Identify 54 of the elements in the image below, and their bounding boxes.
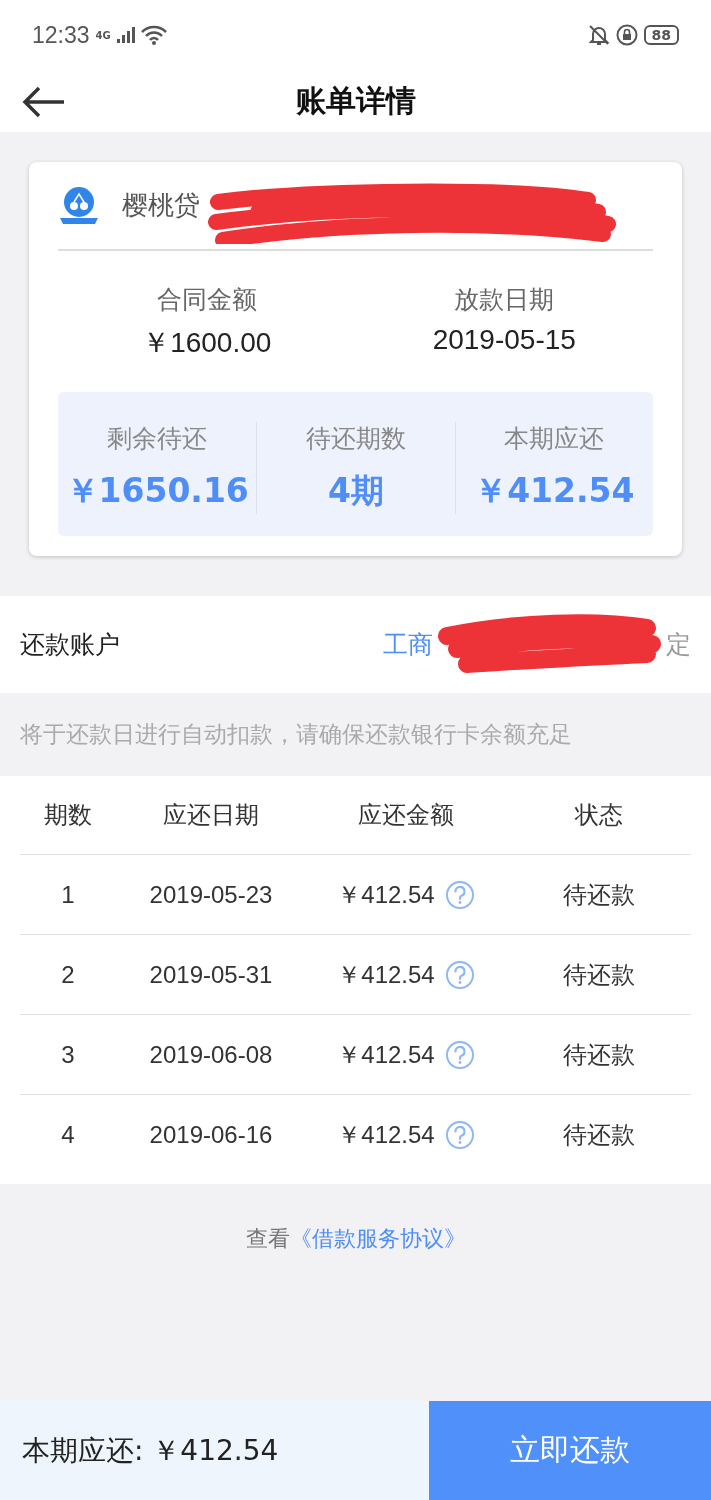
- lock-icon: [615, 24, 638, 46]
- help-icon[interactable]: [444, 879, 475, 910]
- battery-level: 88: [643, 25, 679, 45]
- contract-amount-label: 合同金额: [155, 284, 258, 316]
- account-label: 还款账户: [20, 629, 120, 661]
- agreement-link[interactable]: 《借款服务协议》: [289, 1224, 466, 1254]
- account-row[interactable]: 还款账户 工商 定: [0, 596, 711, 693]
- summary-value: ￥412.54: [474, 470, 635, 512]
- status-cell-text: 待还款: [561, 879, 636, 910]
- bind-action[interactable]: 定: [666, 628, 691, 661]
- summary-label: 待还期数: [306, 423, 406, 455]
- summary-label: 剩余待还: [107, 423, 208, 455]
- status-cell-text: 待还款: [561, 959, 636, 990]
- agreement-prefix: 查看: [245, 1225, 290, 1253]
- network-type: 4G: [95, 29, 111, 41]
- status-cell-text: 待还款: [561, 1039, 636, 1070]
- amount-cell-text: ￥412.54: [337, 959, 435, 990]
- auto-debit-notice: 将于还款日进行自动扣款，请确保还款银行卡余额充足: [19, 720, 573, 749]
- disbursement-date-value: 2019-05-15: [431, 324, 577, 357]
- bank-name: 工商: [383, 629, 433, 661]
- contract-amount-value: ￥1600.00: [141, 326, 273, 360]
- pay-now-button[interactable]: 立即还款: [429, 1401, 711, 1500]
- summary-label: 本期应还: [504, 423, 605, 455]
- column-header: 状态: [573, 800, 624, 830]
- due-amount: 本期应还: ￥412.54: [0, 1401, 429, 1500]
- period-cell-text: 3: [60, 1040, 76, 1069]
- date-cell-text: 2019-05-31: [148, 960, 274, 989]
- back-arrow-icon[interactable]: [22, 86, 66, 118]
- summary-value: 4期: [328, 470, 384, 512]
- amount-cell-text: ￥412.54: [337, 1119, 435, 1150]
- amount-cell-text: ￥412.54: [337, 1039, 435, 1070]
- column-header: 应还金额: [357, 800, 455, 830]
- amount-cell-text: ￥412.54: [337, 879, 435, 910]
- period-cell-text: 1: [60, 880, 76, 909]
- disbursement-date-label: 放款日期: [453, 284, 556, 316]
- date-cell-text: 2019-06-16: [148, 1120, 274, 1149]
- signal-icon: [116, 27, 135, 43]
- lender-name: 樱桃贷: [122, 189, 200, 222]
- period-cell-text: 4: [60, 1120, 76, 1149]
- date-cell-text: 2019-05-23: [148, 880, 274, 909]
- column-header: 期数: [43, 800, 93, 830]
- help-icon[interactable]: [444, 959, 475, 990]
- page-title: 账单详情: [295, 81, 416, 120]
- period-cell-text: 2: [60, 960, 76, 989]
- date-cell-text: 2019-06-08: [148, 1040, 274, 1069]
- help-icon[interactable]: [444, 1119, 475, 1150]
- status-cell-text: 待还款: [561, 1119, 636, 1150]
- column-header: 应还日期: [162, 800, 260, 830]
- help-icon[interactable]: [444, 1039, 475, 1070]
- status-time: 12:33: [32, 21, 90, 49]
- bell-muted-icon: [587, 24, 610, 46]
- summary-value: ￥1650.16: [65, 470, 249, 512]
- wifi-icon: [140, 25, 167, 45]
- cherry-logo-icon: [58, 185, 100, 226]
